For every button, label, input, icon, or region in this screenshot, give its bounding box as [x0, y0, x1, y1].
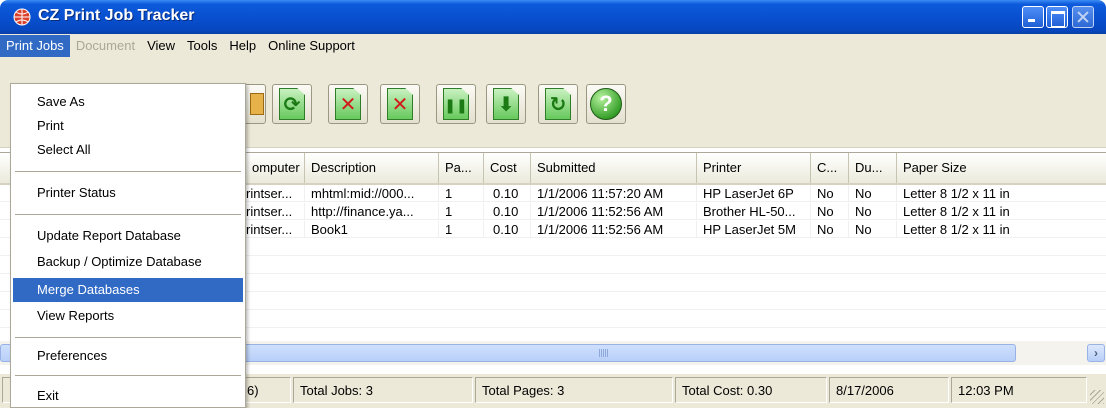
column-header-cost[interactable]: Cost — [484, 153, 531, 183]
cell-paper-size: Letter 8 1/2 x 11 in — [903, 204, 1010, 219]
cell-paper-size: Letter 8 1/2 x 11 in — [903, 222, 1010, 237]
cell-printer: HP LaserJet 5M — [697, 221, 811, 238]
folder-icon — [250, 93, 264, 115]
menu-item-view-reports[interactable]: View Reports — [13, 304, 243, 328]
cell-duplex: No — [849, 221, 897, 238]
menu-separator — [15, 214, 241, 215]
cell-description: Book1 — [305, 221, 439, 238]
column-header-pages[interactable]: Pa... — [439, 153, 484, 183]
print-jobs-menu: Save As Print Select All Printer Status … — [10, 83, 246, 408]
menu-document: Document — [75, 38, 136, 53]
column-header-printer[interactable]: Printer — [697, 153, 811, 183]
menu-separator — [15, 337, 241, 338]
window-title: CZ Print Job Tracker — [38, 7, 195, 24]
pause-icon: ❚❚ — [443, 88, 469, 120]
menu-item-merge-databases[interactable]: Merge Databases — [13, 278, 243, 302]
resize-grip-icon[interactable] — [1090, 390, 1104, 404]
cell-cost: 0.10 — [484, 221, 531, 238]
download-icon: ⬇ — [493, 88, 519, 120]
menu-online-support[interactable]: Online Support — [262, 35, 361, 57]
reprint-icon: ↻ — [545, 88, 571, 120]
cell-submitted: 1/1/2006 11:52:56 AM — [531, 203, 697, 220]
minimize-icon[interactable] — [1022, 6, 1044, 28]
cell-cost: 0.10 — [484, 203, 531, 220]
cell-description: mhtml:mid://000... — [305, 185, 439, 202]
delete-job-button[interactable]: ✕ — [328, 84, 368, 124]
menu-separator — [15, 375, 241, 376]
cell-color: No — [811, 221, 849, 238]
cell-pages: 1 — [439, 221, 484, 238]
printer-globe-icon — [13, 8, 31, 26]
cell-duplex: No — [849, 185, 897, 202]
cell-printer: Brother HL-50... — [697, 203, 811, 220]
column-header-duplex[interactable]: Du... — [849, 153, 897, 183]
menu-tools[interactable]: Tools — [181, 35, 223, 57]
cell-color: No — [811, 203, 849, 220]
menu-item-backup-optimize-database[interactable]: Backup / Optimize Database — [13, 250, 243, 274]
refresh-icon: ⟳ — [279, 88, 305, 120]
cell-color: No — [811, 185, 849, 202]
cell-pages: 1 — [439, 203, 484, 220]
menu-help[interactable]: Help — [223, 35, 262, 57]
menu-item-select-all[interactable]: Select All — [13, 138, 243, 162]
download-button[interactable]: ⬇ — [486, 84, 526, 124]
menu-separator — [15, 171, 241, 172]
column-header-description[interactable]: Description — [305, 153, 439, 183]
menu-item-preferences[interactable]: Preferences — [13, 344, 243, 368]
menu-item-print[interactable]: Print — [13, 114, 243, 138]
refresh-button[interactable]: ⟳ — [272, 84, 312, 124]
cell-submitted: 1/1/2006 11:57:20 AM — [531, 185, 697, 202]
cell-cost: 0.10 — [484, 185, 531, 202]
column-header-paper-size[interactable]: Paper Size — [897, 153, 1106, 183]
status-total-pages: Total Pages: 3 — [475, 377, 673, 403]
menu-print-jobs[interactable]: Print Jobs — [0, 35, 70, 57]
help-icon: ? — [590, 88, 622, 120]
close-icon[interactable] — [1072, 6, 1094, 28]
menu-item-exit[interactable]: Exit — [13, 384, 243, 408]
cell-submitted: 1/1/2006 11:52:56 AM — [531, 221, 697, 238]
status-time: 12:03 PM — [951, 377, 1087, 403]
delete-all-button[interactable]: ✕ — [380, 84, 420, 124]
status-date: 8/17/2006 — [829, 377, 949, 403]
cell-pages: 1 — [439, 185, 484, 202]
menu-bar: Print Jobs Document View Tools Help Onli… — [0, 34, 1106, 58]
delete-icon: ✕ — [335, 88, 361, 120]
menu-item-printer-status[interactable]: Printer Status — [13, 181, 243, 205]
menu-view[interactable]: View — [141, 35, 181, 57]
title-bar[interactable]: CZ Print Job Tracker — [0, 0, 1106, 34]
menu-item-update-report-database[interactable]: Update Report Database — [13, 224, 243, 248]
help-button[interactable]: ? — [586, 84, 626, 124]
menu-item-save-as[interactable]: Save As — [13, 90, 243, 114]
cell-printer: HP LaserJet 6P — [697, 185, 811, 202]
cell-duplex: No — [849, 203, 897, 220]
cell-paper-size: Letter 8 1/2 x 11 in — [903, 186, 1010, 201]
delete-all-icon: ✕ — [387, 88, 413, 120]
reprint-button[interactable]: ↻ — [538, 84, 578, 124]
column-header-submitted[interactable]: Submitted — [531, 153, 697, 183]
scroll-right-arrow[interactable]: › — [1087, 344, 1105, 362]
status-total-jobs: Total Jobs: 3 — [293, 377, 473, 403]
scroll-grip-icon — [599, 349, 609, 357]
pause-button[interactable]: ❚❚ — [436, 84, 476, 124]
column-header-color[interactable]: C... — [811, 153, 849, 183]
cell-description: http://finance.ya... — [305, 203, 439, 220]
status-total-cost: Total Cost: 0.30 — [675, 377, 827, 403]
maximize-icon[interactable] — [1046, 6, 1068, 28]
